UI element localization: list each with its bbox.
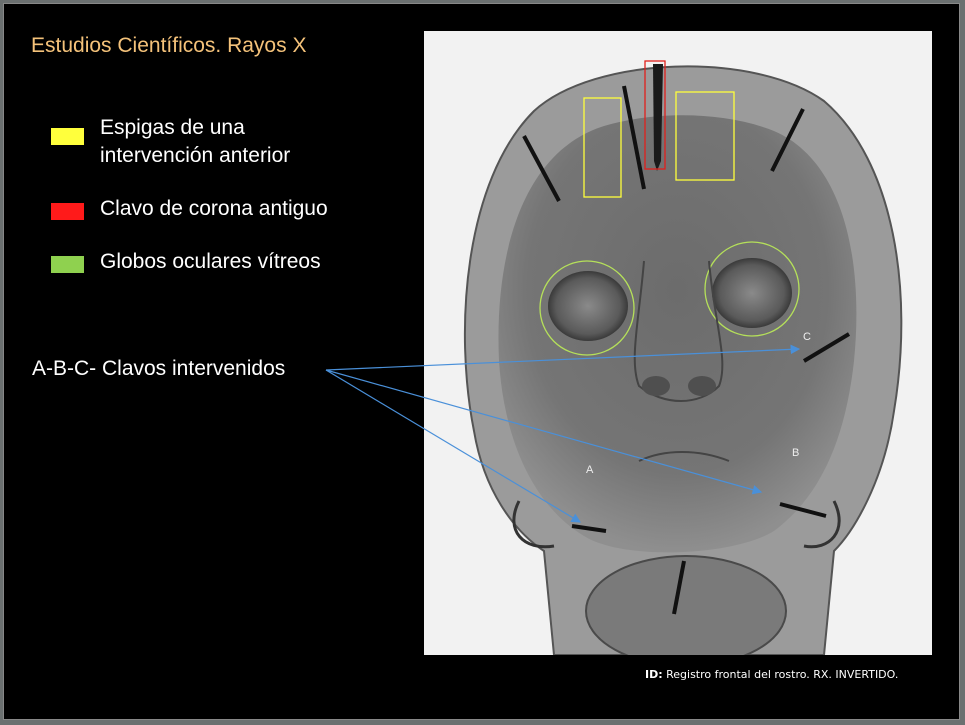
slide: Estudios Científicos. Rayos X Espigas de… bbox=[3, 3, 960, 720]
image-caption: ID: Registro frontal del rostro. RX. INV… bbox=[645, 668, 898, 681]
arrow-to-a bbox=[325, 369, 582, 523]
arrow-to-c bbox=[325, 344, 801, 371]
caption-text: Registro frontal del rostro. RX. INVERTI… bbox=[662, 668, 899, 681]
caption-id-label: ID: bbox=[645, 668, 663, 681]
arrow-to-b bbox=[325, 369, 763, 495]
annotation-arrows bbox=[325, 344, 801, 523]
